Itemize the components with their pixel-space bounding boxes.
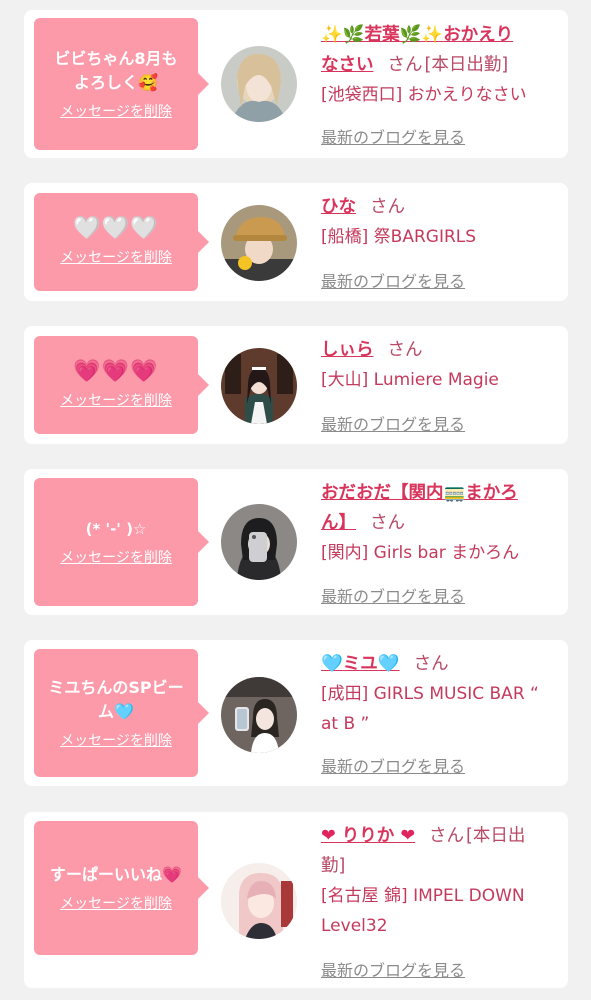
avatar-photo-blonde: [221, 46, 297, 122]
cast-info: しぃら さん [大山] Lumiere Magie: [321, 335, 561, 395]
delete-message-link[interactable]: メッセージを削除: [60, 893, 172, 913]
cast-name-link[interactable]: ひな: [321, 197, 356, 217]
shop-name: [池袋西口] おかえりなさい: [321, 85, 527, 105]
cast-avatar[interactable]: [221, 504, 297, 580]
honorific: さん: [370, 513, 405, 533]
cast-info: ひな さん [船橋] 祭BARGIRLS: [321, 192, 561, 252]
message-card: 💗💗💗 メッセージを削除 しぃら さん [大山] Lumiere Magie 最新…: [24, 326, 568, 444]
message-bubble: ミユちんのSPビー ム🩵 メッセージを削除: [34, 649, 209, 777]
cast-avatar[interactable]: [221, 205, 297, 281]
avatar-photo-selfie: [221, 677, 297, 753]
honorific: さん: [429, 826, 465, 846]
message-bubble: 🤍🤍🤍 メッセージを削除: [34, 193, 209, 291]
avatar-photo-mirror: [221, 504, 297, 580]
honorific: さん: [413, 654, 449, 674]
cast-avatar[interactable]: [221, 863, 297, 939]
message-card: ビビちゃん8月も よろしく🥰 メッセージを削除 ✨🌿若葉🌿✨おかえり なさい さん[…: [24, 10, 568, 158]
message-card: すーぱーいいね💗 メッセージを削除 ❤ りりか ❤ さん [本日出 勤] [名古屋 錦…: [24, 812, 568, 988]
cast-name-link[interactable]: おだおだ【関内🚃まかろ ん】: [321, 483, 518, 533]
message-text: 🤍🤍🤍: [73, 216, 159, 241]
shop-name: [関内] Girls bar まかろん: [321, 543, 520, 563]
cast-line: ひな さん: [321, 192, 561, 222]
message-bubble: (* '-' )☆ メッセージを削除: [34, 478, 209, 606]
avatar-photo-hat: [221, 205, 297, 281]
cast-name-link[interactable]: ❤ りりか ❤: [321, 826, 415, 846]
delete-message-link[interactable]: メッセージを削除: [60, 247, 172, 267]
cast-line: しぃら さん: [321, 335, 561, 365]
cast-avatar[interactable]: [221, 348, 297, 424]
cast-line: 🩵ミユ🩵 さん: [321, 649, 561, 679]
honorific: さん: [387, 55, 423, 75]
message-card: (* '-' )☆ メッセージを削除 おだおだ【関内🚃まかろ ん】 さん [関内] …: [24, 469, 568, 615]
delete-message-link[interactable]: メッセージを削除: [60, 390, 172, 410]
avatar-photo-maid: [221, 348, 297, 424]
shop-name: [大山] Lumiere Magie: [321, 370, 499, 390]
shop-name: [成田] GIRLS MUSIC BAR “ at B ”: [321, 684, 539, 734]
shop-name: [船橋] 祭BARGIRLS: [321, 227, 477, 247]
cast-info: ❤ りりか ❤ さん [本日出 勤] [名古屋 錦] IMPEL DOWN Level3…: [321, 821, 561, 941]
honorific: さん: [387, 340, 423, 360]
blog-link[interactable]: 最新のブログを見る: [321, 753, 465, 777]
message-text: 💗💗💗: [73, 359, 159, 384]
shop-name: [名古屋 錦] IMPEL DOWN Level32: [321, 886, 525, 936]
blog-link[interactable]: 最新のブログを見る: [321, 124, 465, 148]
message-card: ミユちんのSPビー ム🩵 メッセージを削除 🩵ミユ🩵 さん [成田] GIRLS …: [24, 640, 568, 786]
cast-name-link[interactable]: しぃら: [321, 340, 374, 360]
message-text: すーぱーいいね💗: [50, 865, 182, 884]
cast-info: ✨🌿若葉🌿✨おかえり なさい さん [本日出勤] [池袋西口] おかえりなさい: [321, 20, 561, 110]
message-text: ビビちゃん8月も よろしく🥰: [54, 49, 178, 92]
blog-link[interactable]: 最新のブログを見る: [321, 268, 465, 292]
cast-avatar[interactable]: [221, 46, 297, 122]
avatar-photo-pink: [221, 863, 297, 939]
cast-avatar[interactable]: [221, 677, 297, 753]
message-bubble: ビビちゃん8月も よろしく🥰 メッセージを削除: [34, 18, 209, 150]
cast-info: おだおだ【関内🚃まかろ ん】 さん [関内] Girls bar まかろん: [321, 478, 561, 568]
delete-message-link[interactable]: メッセージを削除: [60, 101, 172, 121]
message-card: 🤍🤍🤍 メッセージを削除 ひな さん [船橋] 祭BARGIRLS 最新のブログを…: [24, 183, 568, 301]
status-badge: [本日出勤]: [424, 55, 509, 75]
cast-info: 🩵ミユ🩵 さん [成田] GIRLS MUSIC BAR “ at B ”: [321, 649, 561, 739]
delete-message-link[interactable]: メッセージを削除: [60, 547, 172, 567]
cast-line: ❤ りりか ❤ さん [本日出 勤]: [321, 821, 561, 881]
message-text: (* '-' )☆: [85, 520, 147, 538]
honorific: さん: [370, 197, 405, 217]
message-text: ミユちんのSPビー ム🩵: [48, 678, 184, 721]
message-bubble: 💗💗💗 メッセージを削除: [34, 336, 209, 434]
blog-link[interactable]: 最新のブログを見る: [321, 411, 465, 435]
cast-line: ✨🌿若葉🌿✨おかえり なさい さん [本日出勤]: [321, 20, 561, 80]
message-bubble: すーぱーいいね💗 メッセージを削除: [34, 821, 209, 955]
delete-message-link[interactable]: メッセージを削除: [60, 730, 172, 750]
blog-link[interactable]: 最新のブログを見る: [321, 957, 465, 981]
cast-name-link[interactable]: 🩵ミユ🩵: [321, 654, 400, 674]
blog-link[interactable]: 最新のブログを見る: [321, 583, 465, 607]
cast-line: おだおだ【関内🚃まかろ ん】 さん: [321, 478, 561, 538]
